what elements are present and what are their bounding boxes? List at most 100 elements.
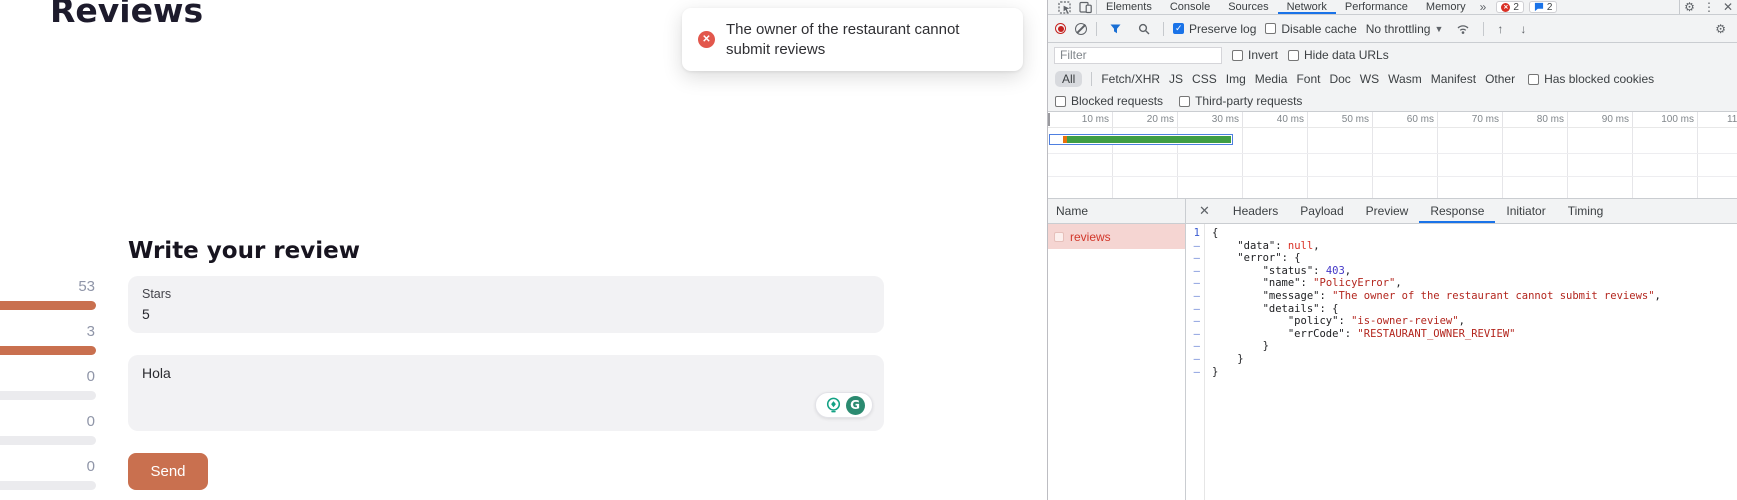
reviews-page: Reviews ✕ The owner of the restaurant ca… <box>0 0 1046 500</box>
ruler-label: 10 ms <box>1048 112 1113 127</box>
type-pill-other[interactable]: Other <box>1485 72 1515 86</box>
settings-gear-icon[interactable]: ⚙ <box>1680 0 1699 14</box>
detail-tab-response[interactable]: Response <box>1419 199 1495 223</box>
filter-input[interactable] <box>1054 47 1222 64</box>
grammarly-logo-icon: G <box>846 396 865 415</box>
rating-count: 53 <box>0 278 95 295</box>
detail-tab-timing[interactable]: Timing <box>1557 199 1615 223</box>
type-pill-fetchxhr[interactable]: Fetch/XHR <box>1101 72 1160 86</box>
checkbox-icon <box>1055 96 1066 107</box>
export-har-icon[interactable]: ↓ <box>1516 22 1530 36</box>
type-pill-ws[interactable]: WS <box>1360 72 1379 86</box>
request-favicon-placeholder <box>1054 232 1064 242</box>
ruler-label: 100 ms <box>1633 112 1698 127</box>
stars-field[interactable]: Stars 5 <box>128 276 884 333</box>
rating-distribution: 533000 <box>0 0 96 500</box>
type-pill-img[interactable]: Img <box>1226 72 1246 86</box>
close-detail-icon[interactable]: ✕ <box>1186 203 1222 219</box>
invert-checkbox[interactable]: Invert <box>1232 48 1278 62</box>
fold-marker-icon[interactable]: – <box>1186 240 1200 253</box>
request-timing-bar[interactable] <box>1049 134 1233 145</box>
inspect-element-icon[interactable] <box>1054 1 1075 14</box>
fold-marker-icon[interactable]: – <box>1186 366 1200 379</box>
import-har-icon[interactable]: ↑ <box>1493 22 1507 36</box>
record-network-log-icon[interactable] <box>1055 23 1066 34</box>
ruler-label: 40 ms <box>1243 112 1308 127</box>
fold-marker-icon[interactable]: – <box>1186 265 1200 278</box>
issues-count-badge[interactable]: 2 <box>1529 1 1558 13</box>
error-count-badge[interactable]: ✕ 2 <box>1496 1 1524 13</box>
main-tab-network[interactable]: Network <box>1278 0 1336 14</box>
fold-marker-icon[interactable]: – <box>1186 353 1200 366</box>
search-icon[interactable] <box>1134 23 1154 35</box>
main-tab-elements[interactable]: Elements <box>1097 0 1161 14</box>
rating-bar <box>0 346 96 355</box>
send-button[interactable]: Send <box>128 453 208 490</box>
divider <box>1163 22 1164 36</box>
fold-marker-icon[interactable]: – <box>1186 315 1200 328</box>
checkbox-icon <box>1232 50 1243 61</box>
type-pill-manifest[interactable]: Manifest <box>1431 72 1476 86</box>
rating-count: 3 <box>0 323 95 340</box>
ruler-label: 30 ms <box>1178 112 1243 127</box>
type-pill-css[interactable]: CSS <box>1192 72 1217 86</box>
close-devtools-icon[interactable]: ✕ <box>1719 0 1737 14</box>
type-pill-media[interactable]: Media <box>1255 72 1288 86</box>
waiting-segment <box>1051 136 1063 143</box>
ruler-label: 20 ms <box>1113 112 1178 127</box>
stars-value: 5 <box>142 306 870 322</box>
fold-marker-icon[interactable]: – <box>1186 290 1200 303</box>
network-conditions-icon[interactable] <box>1452 23 1474 35</box>
requests-column: Name reviews <box>1048 199 1186 500</box>
main-tab-memory[interactable]: Memory <box>1417 0 1475 14</box>
fold-marker-icon[interactable]: – <box>1186 340 1200 353</box>
code-line: { <box>1212 227 1661 240</box>
main-tab-sources[interactable]: Sources <box>1219 0 1277 14</box>
detail-tabs: ✕ HeadersPayloadPreviewResponseInitiator… <box>1186 199 1737 224</box>
preserve-log-checkbox[interactable]: Preserve log <box>1173 22 1256 36</box>
has-blocked-cookies-checkbox[interactable]: Has blocked cookies <box>1528 72 1654 86</box>
line-number: 1 <box>1186 227 1200 240</box>
main-tab-console[interactable]: Console <box>1161 0 1219 14</box>
fold-marker-icon[interactable]: – <box>1186 303 1200 316</box>
detail-tab-headers[interactable]: Headers <box>1222 199 1289 223</box>
request-rows: reviews <box>1048 224 1185 249</box>
blocked-requests-checkbox[interactable]: Blocked requests <box>1055 94 1163 108</box>
device-toolbar-icon[interactable] <box>1075 1 1096 14</box>
detail-tab-preview[interactable]: Preview <box>1355 199 1420 223</box>
type-pill-font[interactable]: Font <box>1296 72 1320 86</box>
name-column-header[interactable]: Name <box>1048 199 1185 224</box>
network-settings-gear-icon[interactable]: ⚙ <box>1711 22 1730 36</box>
main-tab-performance[interactable]: Performance <box>1336 0 1417 14</box>
ruler-start-tick <box>1048 113 1050 126</box>
request-row-reviews[interactable]: reviews <box>1048 224 1185 249</box>
code-line: } <box>1212 340 1661 353</box>
type-pill-js[interactable]: JS <box>1169 72 1183 86</box>
request-detail-pane: ✕ HeadersPayloadPreviewResponseInitiator… <box>1186 199 1737 500</box>
fold-marker-icon[interactable]: – <box>1186 277 1200 290</box>
code-line: "details": { <box>1212 303 1661 316</box>
grammarly-widget[interactable]: G <box>815 392 873 418</box>
filter-funnel-icon[interactable] <box>1106 24 1125 34</box>
clear-network-log-icon[interactable] <box>1075 23 1087 35</box>
fold-marker-icon[interactable]: – <box>1186 328 1200 341</box>
third-party-requests-checkbox[interactable]: Third-party requests <box>1179 94 1302 108</box>
review-text-field[interactable]: Hola G <box>128 355 884 431</box>
hide-data-urls-checkbox[interactable]: Hide data URLs <box>1288 48 1389 62</box>
kebab-menu-icon[interactable]: ⋮ <box>1699 0 1719 14</box>
type-pill-doc[interactable]: Doc <box>1329 72 1350 86</box>
disable-cache-checkbox[interactable]: Disable cache <box>1265 22 1356 36</box>
fold-marker-icon[interactable]: – <box>1186 252 1200 265</box>
checkbox-icon <box>1288 50 1299 61</box>
rating-count: 0 <box>0 458 95 475</box>
throttling-dropdown[interactable]: No throttling ▼ <box>1366 22 1444 36</box>
row-divider <box>1048 176 1737 177</box>
rating-bar <box>0 391 96 400</box>
type-pill-all[interactable]: All <box>1055 71 1082 87</box>
type-pill-wasm[interactable]: Wasm <box>1388 72 1422 86</box>
rating-bar <box>0 436 96 445</box>
filter-bar: Invert Hide data URLs <box>1048 43 1737 67</box>
more-tabs-icon[interactable]: » <box>1475 0 1492 14</box>
detail-tab-payload[interactable]: Payload <box>1289 199 1354 223</box>
detail-tab-initiator[interactable]: Initiator <box>1495 199 1556 223</box>
